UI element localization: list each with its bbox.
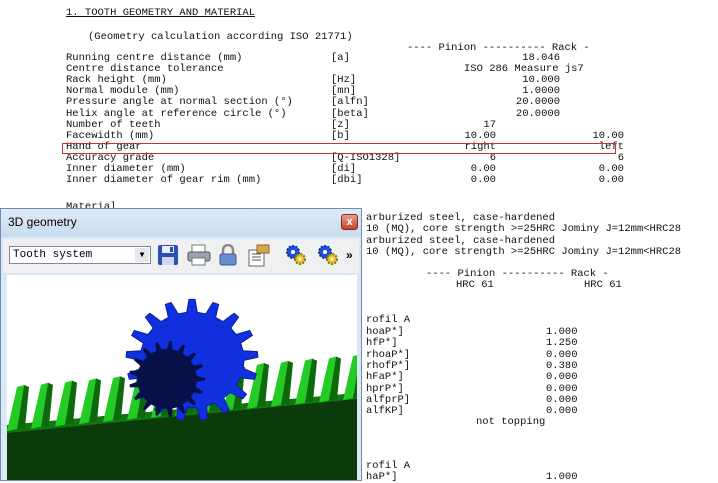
view-mode-value: Tooth system — [13, 249, 93, 261]
param-symbol: alfKP] — [366, 405, 404, 417]
row-value-rack: 0.00 — [598, 174, 624, 186]
row-symbol: [dbi] — [331, 174, 363, 186]
chevron-down-icon[interactable]: ▼ — [135, 248, 149, 262]
geometry-3d-window[interactable]: 3D geometry x Tooth system ▼ » — [0, 208, 362, 481]
row-symbol: [alfn] — [331, 96, 369, 108]
window-titlebar[interactable]: 3D geometry x — [1, 209, 361, 237]
close-button[interactable]: x — [341, 214, 358, 230]
not-topping-label: not topping — [476, 416, 546, 428]
3d-viewport[interactable] — [7, 275, 357, 481]
param-symbol: hfP*] — [366, 337, 398, 349]
param-value: 1.000 — [546, 471, 578, 483]
param-value: 1.250 — [546, 337, 578, 349]
hardness-pinion: HRC 61 — [456, 279, 494, 291]
row-symbol: [a] — [331, 52, 350, 64]
param-symbol: hFaP*] — [366, 371, 404, 383]
highlight-box — [62, 143, 616, 154]
hardness-rack: HRC 61 — [584, 279, 622, 291]
row-label: Pressure angle at normal section (°) — [66, 96, 293, 108]
more-tools-button[interactable]: » — [346, 248, 353, 262]
row-symbol: [b] — [331, 130, 350, 142]
export-icon[interactable] — [247, 244, 271, 268]
row-value-pinion: 20.0000 — [515, 96, 560, 108]
lock-icon[interactable] — [217, 243, 241, 268]
gear-settings-icon[interactable] — [285, 244, 309, 268]
calc-subtitle: (Geometry calculation according ISO 2177… — [88, 31, 353, 43]
row-label: Inner diameter of gear rim (mm) — [66, 174, 262, 186]
print-icon[interactable] — [187, 244, 211, 268]
toolbar: Tooth system ▼ » — [3, 239, 359, 273]
window-title: 3D geometry — [8, 215, 77, 229]
column-header: ---- Pinion ---------- Rack - — [407, 42, 590, 54]
column-header-2: ---- Pinion ---------- Rack - — [426, 268, 609, 280]
gear-rack-render[interactable] — [7, 275, 357, 481]
param-value: 0.000 — [546, 371, 578, 383]
view-mode-select[interactable]: Tooth system ▼ — [9, 246, 151, 264]
param-symbol: haP*] — [366, 471, 398, 483]
gear-settings-2-icon[interactable] — [317, 244, 341, 268]
param-value: 0.000 — [546, 405, 578, 417]
material-line: 10 (MQ), core strength >=25HRC Jominy J=… — [366, 246, 682, 258]
section-title: 1. TOOTH GEOMETRY AND MATERIAL — [66, 7, 256, 19]
profile-label: rofil A — [366, 314, 411, 326]
row-value-pinion: 0.00 — [470, 174, 496, 186]
save-icon[interactable] — [157, 244, 181, 268]
row-value-pinion: 20.0000 — [515, 108, 560, 120]
material-line: 10 (MQ), core strength >=25HRC Jominy J=… — [366, 223, 682, 235]
